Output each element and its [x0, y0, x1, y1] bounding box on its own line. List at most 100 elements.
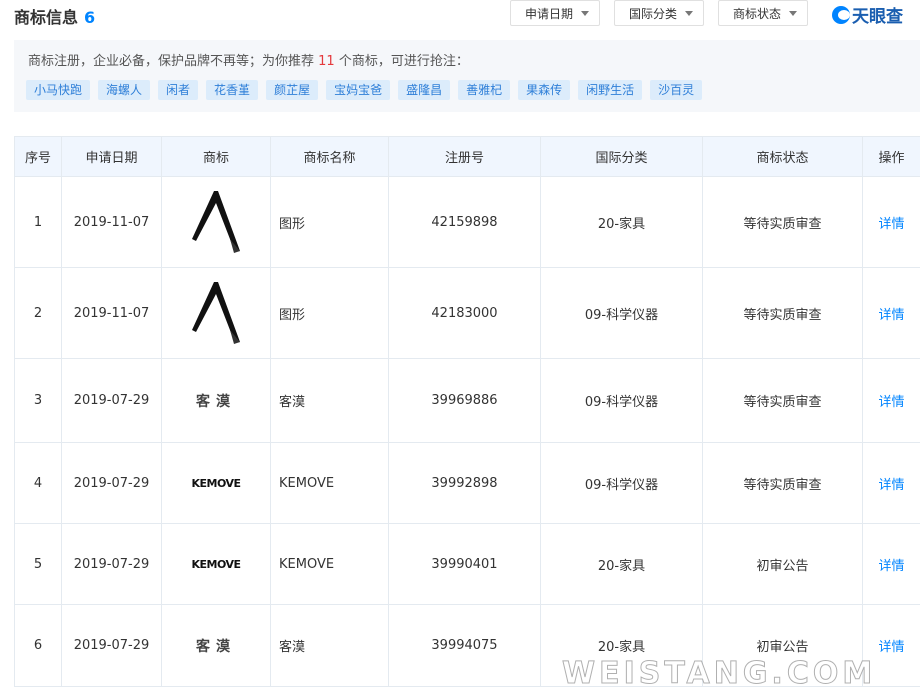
cell-trademark: KEMOVE: [161, 442, 271, 524]
cell-date: 2019-07-29: [61, 604, 162, 687]
cell-name: KEMOVE: [270, 523, 389, 605]
cell-trademark: [161, 267, 271, 359]
table-row: 4 2019-07-29 KEMOVE KEMOVE 39992898 09-科…: [14, 442, 920, 524]
section-header: 商标信息 6 申请日期 国际分类 商标状态 天眼查: [0, 0, 920, 30]
table-row: 3 2019-07-29 客漠 客漠 39969886 09-科学仪器 等待实质…: [14, 358, 920, 443]
trademark-text-image: 客漠: [196, 638, 236, 655]
trademark-table: 序号 申请日期 商标 商标名称 注册号 国际分类 商标状态 操作 1 2019-…: [14, 136, 920, 687]
cell-class: 20-家具: [540, 176, 703, 268]
promo-text-before: 商标注册，企业必备，保护品牌不再等；为你推荐: [28, 54, 315, 69]
promo-tag[interactable]: 闲野生活: [578, 80, 643, 100]
details-link[interactable]: 详情: [862, 442, 920, 524]
filter-status[interactable]: 商标状态: [718, 0, 808, 26]
promo-count: 11: [318, 54, 335, 69]
trademark-count: 6: [84, 8, 96, 27]
watermark: WEISTANG.COM: [561, 656, 877, 692]
filter-status-label: 商标状态: [733, 6, 782, 21]
cell-index: 6: [14, 604, 62, 687]
cell-status: 等待实质审查: [702, 176, 863, 268]
cell-status: 初审公告: [702, 523, 863, 605]
cell-index: 5: [14, 523, 62, 605]
cell-reg-no: 42159898: [388, 176, 541, 268]
cell-status: 等待实质审查: [702, 358, 863, 443]
promo-tags: 小马快跑 海螺人 闲者 花香堇 颜芷屋 宝妈宝爸 盛隆昌 善雅杞 果森传 闲野生…: [26, 80, 710, 100]
cell-reg-no: 39990401: [388, 523, 541, 605]
cell-trademark: 客漠: [161, 358, 271, 443]
caret-down-icon: [581, 10, 590, 16]
logo-mark-icon: [832, 5, 850, 24]
caret-down-icon: [789, 10, 798, 16]
section-title-text: 商标信息: [14, 8, 79, 27]
header-trademark: 商标: [161, 136, 271, 177]
filter-intl-class-label: 国际分类: [629, 6, 678, 21]
cell-reg-no: 39994075: [388, 604, 541, 687]
header-apply-date: 申请日期: [61, 136, 162, 177]
trademark-brand-image: KEMOVE: [191, 476, 241, 490]
cell-name: KEMOVE: [270, 442, 389, 524]
cell-class: 09-科学仪器: [540, 267, 703, 359]
promo-tag[interactable]: 沙百灵: [650, 80, 703, 100]
filter-apply-date-label: 申请日期: [525, 6, 574, 21]
cell-trademark: KEMOVE: [161, 523, 271, 605]
header-index: 序号: [14, 136, 62, 177]
cell-trademark: [161, 176, 271, 268]
cell-status: 等待实质审查: [702, 442, 863, 524]
cell-reg-no: 39992898: [388, 442, 541, 524]
promo-tag[interactable]: 颜芷屋: [266, 80, 319, 100]
cell-date: 2019-11-07: [61, 176, 162, 268]
cell-name: 客漠: [270, 604, 389, 687]
header-action: 操作: [862, 136, 920, 177]
details-link[interactable]: 详情: [862, 523, 920, 605]
table-row: 2 2019-11-07 图形 42183000 09-科学仪器 等待实质审查 …: [14, 267, 920, 359]
logo-text: 天眼查: [852, 7, 903, 27]
promo-banner: 商标注册，企业必备，保护品牌不再等；为你推荐 11 个商标，可进行抢注： 小马快…: [14, 40, 920, 112]
trademark-text-image: 客漠: [196, 393, 236, 410]
cell-date: 2019-07-29: [61, 523, 162, 605]
filter-apply-date[interactable]: 申请日期: [510, 0, 600, 26]
trademark-brand-image: KEMOVE: [191, 557, 241, 571]
promo-tag[interactable]: 闲者: [158, 80, 199, 100]
table-header-row: 序号 申请日期 商标 商标名称 注册号 国际分类 商标状态 操作: [14, 136, 920, 177]
details-link[interactable]: 详情: [862, 358, 920, 443]
promo-tag[interactable]: 小马快跑: [26, 80, 91, 100]
promo-tag[interactable]: 宝妈宝爸: [326, 80, 391, 100]
promo-text-after: 个商标，可进行抢注：: [338, 54, 469, 69]
promo-tag[interactable]: 盛隆昌: [398, 80, 451, 100]
header-reg-no: 注册号: [388, 136, 541, 177]
cell-reg-no: 42183000: [388, 267, 541, 359]
section-title: 商标信息 6: [14, 4, 95, 28]
table-row: 1 2019-11-07 图形 42159898 20-家具 等待实质审查 详情: [14, 176, 920, 268]
promo-tag[interactable]: 善雅杞: [458, 80, 511, 100]
cell-class: 09-科学仪器: [540, 358, 703, 443]
cell-reg-no: 39969886: [388, 358, 541, 443]
cell-name: 客漠: [270, 358, 389, 443]
cell-class: 20-家具: [540, 523, 703, 605]
cell-name: 图形: [270, 267, 389, 359]
cell-class: 09-科学仪器: [540, 442, 703, 524]
header-trademark-name: 商标名称: [270, 136, 389, 177]
cell-index: 4: [14, 442, 62, 524]
details-link[interactable]: 详情: [862, 176, 920, 268]
header-status: 商标状态: [702, 136, 863, 177]
caret-down-icon: [685, 10, 694, 16]
cell-index: 1: [14, 176, 62, 268]
filter-intl-class[interactable]: 国际分类: [614, 0, 704, 26]
cell-trademark: 客漠: [161, 604, 271, 687]
tianyancha-logo: 天眼查: [832, 2, 903, 27]
cell-date: 2019-07-29: [61, 442, 162, 524]
cell-index: 2: [14, 267, 62, 359]
table-row: 5 2019-07-29 KEMOVE KEMOVE 39990401 20-家…: [14, 523, 920, 605]
promo-tag[interactable]: 果森传: [518, 80, 571, 100]
header-intl-class: 国际分类: [540, 136, 703, 177]
promo-tag[interactable]: 海螺人: [98, 80, 151, 100]
cell-status: 等待实质审查: [702, 267, 863, 359]
cell-date: 2019-11-07: [61, 267, 162, 359]
promo-text: 商标注册，企业必备，保护品牌不再等；为你推荐 11 个商标，可进行抢注：: [28, 50, 469, 69]
cell-name: 图形: [270, 176, 389, 268]
cell-index: 3: [14, 358, 62, 443]
cell-date: 2019-07-29: [61, 358, 162, 443]
brush-stroke-logo-icon: [192, 282, 240, 344]
details-link[interactable]: 详情: [862, 267, 920, 359]
brush-stroke-logo-icon: [192, 191, 240, 253]
promo-tag[interactable]: 花香堇: [206, 80, 259, 100]
